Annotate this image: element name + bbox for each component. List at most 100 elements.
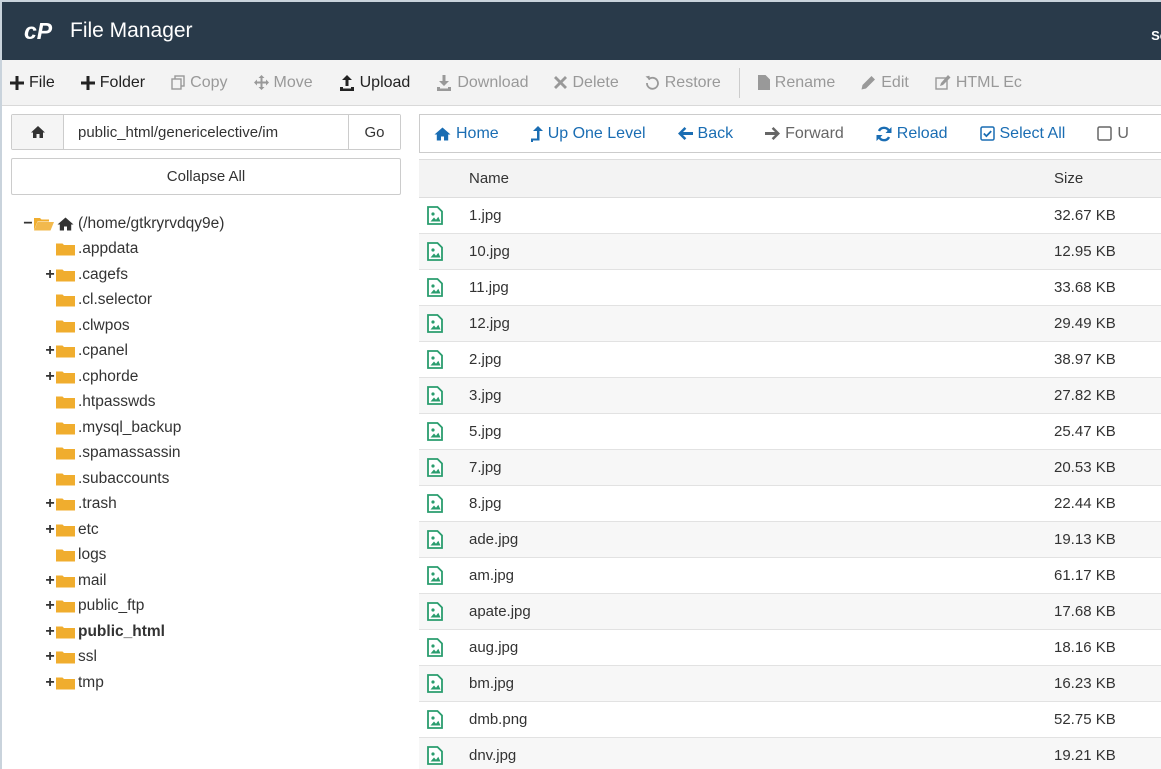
home-icon [57, 217, 74, 231]
table-row[interactable]: ade.jpg 19.13 KB [419, 522, 1161, 558]
expand-toggle-icon[interactable]: + [44, 266, 56, 283]
expand-toggle-icon[interactable]: + [44, 521, 56, 538]
expand-toggle-icon[interactable]: + [44, 343, 56, 359]
move-icon [253, 75, 269, 90]
table-row[interactable]: bm.jpg 16.23 KB [419, 666, 1161, 702]
expand-toggle-icon[interactable]: + [44, 623, 56, 640]
expand-toggle-icon[interactable]: + [44, 496, 56, 512]
html-editor-button[interactable]: HTML Ec [935, 74, 1022, 92]
table-row[interactable]: dnv.jpg 19.21 KB [419, 738, 1161, 769]
tree-item-label: mail [78, 571, 107, 589]
plus-icon [80, 75, 95, 90]
table-row[interactable]: 8.jpg 22.44 KB [419, 486, 1161, 522]
tree-item-cpanel[interactable]: + .cpanel [11, 339, 401, 365]
go-button[interactable]: Go [348, 115, 400, 149]
up-one-level-nav-button[interactable]: Up One Level [530, 125, 646, 143]
tree-item-etc[interactable]: + etc [11, 517, 401, 543]
tree-item-clwpos[interactable]: .clwpos [11, 313, 401, 339]
folder-icon [56, 472, 75, 486]
restore-button[interactable]: Restore [645, 74, 721, 92]
tree-item-mysql-backup[interactable]: .mysql_backup [11, 415, 401, 441]
file-size: 33.68 KB [1054, 279, 1116, 296]
forward-nav-button[interactable]: Forward [765, 125, 844, 143]
table-row[interactable]: 2.jpg 38.97 KB [419, 342, 1161, 378]
table-row[interactable]: apate.jpg 17.68 KB [419, 594, 1161, 630]
delete-button-label: Delete [572, 73, 619, 91]
back-nav-button[interactable]: Back [677, 125, 733, 143]
download-icon [436, 74, 452, 91]
copy-button[interactable]: Copy [171, 74, 228, 92]
select-all-nav-button[interactable]: Select All [979, 124, 1066, 143]
delete-button[interactable]: Delete [554, 73, 619, 92]
table-row[interactable]: 5.jpg 25.47 KB [419, 414, 1161, 450]
tree-item-cl-selector[interactable]: .cl.selector [11, 288, 401, 314]
tree-item-public-ftp[interactable]: + public_ftp [11, 594, 401, 620]
tree-item-public-html[interactable]: + public_html [11, 619, 401, 645]
expand-toggle-icon[interactable]: + [44, 572, 56, 589]
edit-button-label: Edit [881, 73, 909, 91]
move-button[interactable]: Move [253, 74, 313, 92]
tree-item-ssl[interactable]: + ssl [11, 645, 401, 671]
refresh-icon [876, 126, 892, 142]
header-search-link[interactable]: Se [1151, 28, 1161, 43]
edit-button[interactable]: Edit [861, 74, 909, 92]
file-size: 22.44 KB [1054, 495, 1116, 512]
select-all-nav-label: Select All [999, 124, 1066, 142]
table-row[interactable]: 12.jpg 29.49 KB [419, 306, 1161, 342]
tree-item-cphorde[interactable]: + .cphorde [11, 364, 401, 390]
collapse-all-button[interactable]: Collapse All [11, 158, 401, 195]
rename-button[interactable]: Rename [757, 74, 835, 92]
tree-item-label: ssl [78, 648, 97, 666]
expand-toggle-icon[interactable]: + [44, 368, 56, 385]
tree-item-htpasswds[interactable]: .htpasswds [11, 390, 401, 416]
download-button[interactable]: Download [436, 74, 528, 92]
table-row[interactable]: dmb.png 52.75 KB [419, 702, 1161, 738]
table-row[interactable]: am.jpg 61.17 KB [419, 558, 1161, 594]
path-input[interactable] [64, 115, 348, 149]
folder-icon [56, 523, 75, 537]
file-table: Name Size 1.jpg 32.67 KB 10.jpg 12.95 KB 11.… [419, 159, 1161, 769]
checkbox-icon [1097, 126, 1113, 141]
tree-item-mail[interactable]: + mail [11, 568, 401, 594]
table-row[interactable]: aug.jpg 18.16 KB [419, 630, 1161, 666]
tree-item-trash[interactable]: + .trash [11, 492, 401, 518]
navigation-bar: Home Up One Level Back Forward Reload Select … [419, 114, 1161, 153]
column-header-name[interactable]: Name [469, 170, 1054, 187]
table-row[interactable]: 1.jpg 32.67 KB [419, 198, 1161, 234]
tree-item-logs[interactable]: logs [11, 543, 401, 569]
reload-nav-button[interactable]: Reload [876, 125, 948, 143]
tree-item-spamassassin[interactable]: .spamassassin [11, 441, 401, 467]
svg-text:cP: cP [24, 19, 53, 43]
image-file-icon [419, 314, 469, 333]
expand-toggle-icon[interactable]: + [44, 598, 56, 614]
table-row[interactable]: 7.jpg 20.53 KB [419, 450, 1161, 486]
tree-item-subaccounts[interactable]: .subaccounts [11, 466, 401, 492]
expand-toggle-icon[interactable]: + [44, 674, 56, 691]
upload-icon [339, 74, 355, 91]
table-row[interactable]: 11.jpg 33.68 KB [419, 270, 1161, 306]
home-nav-button[interactable]: Home [434, 125, 499, 143]
table-row[interactable]: 3.jpg 27.82 KB [419, 378, 1161, 414]
folder-icon [56, 268, 75, 282]
right-panel: Home Up One Level Back Forward Reload Select … [419, 114, 1161, 769]
file-name: aug.jpg [469, 639, 519, 656]
path-home-button[interactable] [12, 115, 64, 149]
column-header-size[interactable]: Size [1054, 170, 1083, 187]
unselect-all-nav-button[interactable]: U [1097, 125, 1129, 143]
file-button[interactable]: File [10, 74, 55, 92]
tree-item-tmp[interactable]: + tmp [11, 670, 401, 696]
expand-toggle-icon[interactable]: + [44, 649, 56, 665]
tree-item-label: .cpanel [78, 342, 128, 360]
tree-item-home[interactable]: − (/home/gtkryrvdqy9e) [11, 211, 401, 237]
folder-button[interactable]: Folder [80, 74, 145, 92]
tree-item-label: logs [78, 546, 107, 564]
tree-item-cagefs[interactable]: + .cagefs [11, 262, 401, 288]
collapse-toggle-icon[interactable]: − [22, 215, 34, 232]
upload-button[interactable]: Upload [339, 74, 410, 92]
reload-nav-label: Reload [896, 124, 948, 142]
table-row[interactable]: 10.jpg 12.95 KB [419, 234, 1161, 270]
level-up-icon [530, 125, 543, 142]
tree-item-appdata[interactable]: .appdata [11, 237, 401, 263]
cpanel-logo[interactable]: cP [24, 19, 58, 43]
pencil-icon [861, 75, 876, 90]
